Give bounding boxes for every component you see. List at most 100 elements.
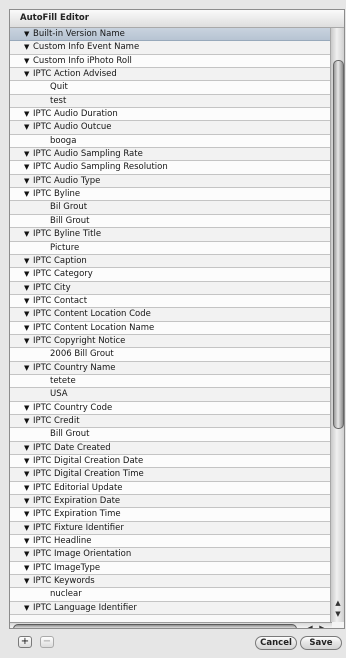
outline-group-row[interactable]: ▼ IPTC City (10, 281, 330, 295)
scroll-up-arrow-icon[interactable]: ▲ (333, 598, 343, 608)
disclosure-triangle-icon[interactable]: ▼ (24, 228, 33, 240)
cancel-button[interactable]: Cancel (255, 636, 297, 650)
panel-titlebar: AutoFill Editor (10, 10, 344, 28)
outline-value-row[interactable]: nuclear (10, 588, 330, 602)
outline-group-row[interactable]: ▼ IPTC Content Location Name (10, 321, 330, 335)
outline-group-row[interactable]: ▼ IPTC Digital Creation Date (10, 455, 330, 469)
outline-group-row[interactable]: ▼ IPTC Digital Creation Time (10, 468, 330, 482)
disclosure-triangle-icon[interactable]: ▼ (24, 508, 33, 520)
value-label: USA (50, 389, 68, 400)
outline-group-row[interactable]: ▼ IPTC Action Advised (10, 68, 330, 82)
disclosure-triangle-icon[interactable]: ▼ (24, 362, 33, 374)
outline-value-row[interactable]: booga (10, 134, 330, 149)
group-label: IPTC Audio Sampling Resolution (33, 162, 168, 173)
disclosure-triangle-icon[interactable]: ▼ (24, 255, 33, 267)
outline-group-row[interactable]: ▼ IPTC Editorial Update (10, 481, 330, 496)
disclosure-triangle-icon[interactable]: ▼ (24, 148, 33, 160)
disclosure-triangle-icon[interactable]: ▼ (24, 335, 33, 347)
disclosure-triangle-icon[interactable]: ▼ (24, 415, 33, 427)
outline-group-row[interactable]: ▼ IPTC Expiration Date (10, 495, 330, 509)
outline-group-row[interactable]: ▼ IPTC Credit (10, 414, 330, 429)
outline-group-row[interactable]: ▼ IPTC Category (10, 268, 330, 282)
disclosure-triangle-icon[interactable]: ▼ (24, 188, 33, 200)
outline-value-row[interactable]: test (10, 94, 330, 109)
vertical-scrollbar[interactable]: ▲ ▼ (330, 28, 344, 622)
disclosure-triangle-icon[interactable]: ▼ (24, 28, 33, 40)
disclosure-triangle-icon[interactable]: ▼ (24, 535, 33, 547)
disclosure-triangle-icon[interactable]: ▼ (24, 468, 33, 480)
outline-group-row[interactable]: ▼ IPTC Byline (10, 188, 330, 202)
outline-group-row[interactable]: ▼ IPTC Audio Sampling Rate (10, 148, 330, 162)
outline-value-row[interactable]: tetete (10, 374, 330, 389)
group-label: Custom Info Event Name (33, 42, 140, 53)
disclosure-triangle-icon[interactable]: ▼ (24, 68, 33, 80)
outline-value-row[interactable]: Picture (10, 241, 330, 255)
disclosure-triangle-icon[interactable]: ▼ (24, 175, 33, 187)
disclosure-triangle-icon[interactable]: ▼ (24, 575, 33, 587)
add-entry-button[interactable]: + (18, 636, 32, 648)
group-label: IPTC Category (33, 269, 93, 280)
outline-group-row[interactable]: ▼ IPTC Date Created (10, 441, 330, 455)
autofill-outline-list[interactable]: ▼ Built-in Version Name ▼ Custom Info Event… (10, 28, 330, 622)
outline-group-row[interactable]: ▼ IPTC ImageType (10, 561, 330, 576)
group-label: IPTC Fixture Identifier (33, 522, 124, 533)
outline-group-row[interactable]: ▼ IPTC Contact (10, 294, 330, 309)
outline-group-row[interactable]: ▼ IPTC Caption (10, 254, 330, 269)
disclosure-triangle-icon[interactable]: ▼ (24, 495, 33, 507)
disclosure-triangle-icon[interactable]: ▼ (24, 602, 33, 614)
outline-value-row[interactable]: Bil Grout (10, 201, 330, 215)
scroll-right-arrow-icon[interactable]: ▶ (316, 623, 328, 628)
disclosure-triangle-icon[interactable]: ▼ (24, 161, 33, 173)
horizontal-scroll-thumb[interactable] (13, 624, 297, 628)
outline-group-row[interactable]: ▼ IPTC Content Location Code (10, 308, 330, 322)
outline-value-row[interactable]: Bill Grout (10, 428, 330, 442)
vertical-scroll-thumb[interactable] (333, 60, 344, 429)
outline-group-row[interactable]: ▼ IPTC Audio Outcue (10, 121, 330, 135)
scroll-down-arrow-icon[interactable]: ▼ (333, 609, 343, 619)
group-label: IPTC Content Location Name (33, 322, 155, 333)
disclosure-triangle-icon[interactable]: ▼ (24, 402, 33, 414)
group-label: IPTC Audio Duration (33, 109, 118, 120)
outline-group-row[interactable]: ▼ IPTC Fixture Identifier (10, 521, 330, 536)
disclosure-triangle-icon[interactable]: ▼ (24, 282, 33, 294)
save-button[interactable]: Save (300, 636, 342, 650)
disclosure-triangle-icon[interactable]: ▼ (24, 121, 33, 133)
outline-group-row[interactable]: ▼ Custom Info iPhoto Roll (10, 54, 330, 69)
disclosure-triangle-icon[interactable]: ▼ (24, 522, 33, 534)
outline-group-row[interactable]: ▼ IPTC Keywords (10, 575, 330, 589)
outline-group-row[interactable]: ▼ IPTC Headline (10, 535, 330, 549)
disclosure-triangle-icon[interactable]: ▼ (24, 548, 33, 560)
scroll-left-arrow-icon[interactable]: ◀ (304, 623, 316, 628)
disclosure-triangle-icon[interactable]: ▼ (24, 268, 33, 280)
outline-group-row[interactable]: ▼ IPTC Country Name (10, 361, 330, 375)
outline-value-row[interactable]: Quit (10, 81, 330, 95)
disclosure-triangle-icon[interactable]: ▼ (24, 562, 33, 574)
outline-group-row[interactable]: ▼ IPTC Language Identifier (10, 601, 330, 616)
disclosure-triangle-icon[interactable]: ▼ (24, 41, 33, 53)
outline-group-row[interactable]: ▼ IPTC Audio Sampling Resolution (10, 161, 330, 175)
outline-group-row[interactable]: ▼ IPTC Country Code (10, 401, 330, 415)
remove-entry-button[interactable]: − (40, 636, 54, 648)
outline-value-row[interactable]: 2006 Bill Grout (10, 348, 330, 362)
outline-value-row[interactable]: USA (10, 388, 330, 402)
disclosure-triangle-icon[interactable]: ▼ (24, 55, 33, 67)
disclosure-triangle-icon[interactable]: ▼ (24, 482, 33, 494)
disclosure-triangle-icon[interactable]: ▼ (24, 442, 33, 454)
disclosure-triangle-icon[interactable]: ▼ (24, 322, 33, 334)
outline-group-row[interactable]: ▼ IPTC Copyright Notice (10, 334, 330, 349)
outline-value-row[interactable]: Bill Grout (10, 214, 330, 229)
outline-group-row[interactable]: ▼ IPTC Expiration Time (10, 508, 330, 522)
outline-group-row[interactable]: ▼ IPTC Audio Type (10, 174, 330, 189)
disclosure-triangle-icon[interactable]: ▼ (24, 295, 33, 307)
disclosure-triangle-icon[interactable]: ▼ (24, 108, 33, 120)
outline-group-row[interactable]: ▼ IPTC Byline Title (10, 228, 330, 242)
outline-group-row[interactable]: ▼ Custom Info Event Name (10, 41, 330, 55)
outline-group-row[interactable]: ▼ IPTC Image Orientation (10, 548, 330, 562)
panel-title: AutoFill Editor (20, 13, 89, 23)
horizontal-scrollbar[interactable]: ◀ ▶ (10, 622, 332, 628)
outline-group-row[interactable]: ▼ Built-in Version Name (10, 28, 330, 42)
disclosure-triangle-icon[interactable]: ▼ (24, 455, 33, 467)
group-label: IPTC Editorial Update (33, 482, 123, 493)
outline-group-row[interactable]: ▼ IPTC Audio Duration (10, 108, 330, 122)
disclosure-triangle-icon[interactable]: ▼ (24, 308, 33, 320)
